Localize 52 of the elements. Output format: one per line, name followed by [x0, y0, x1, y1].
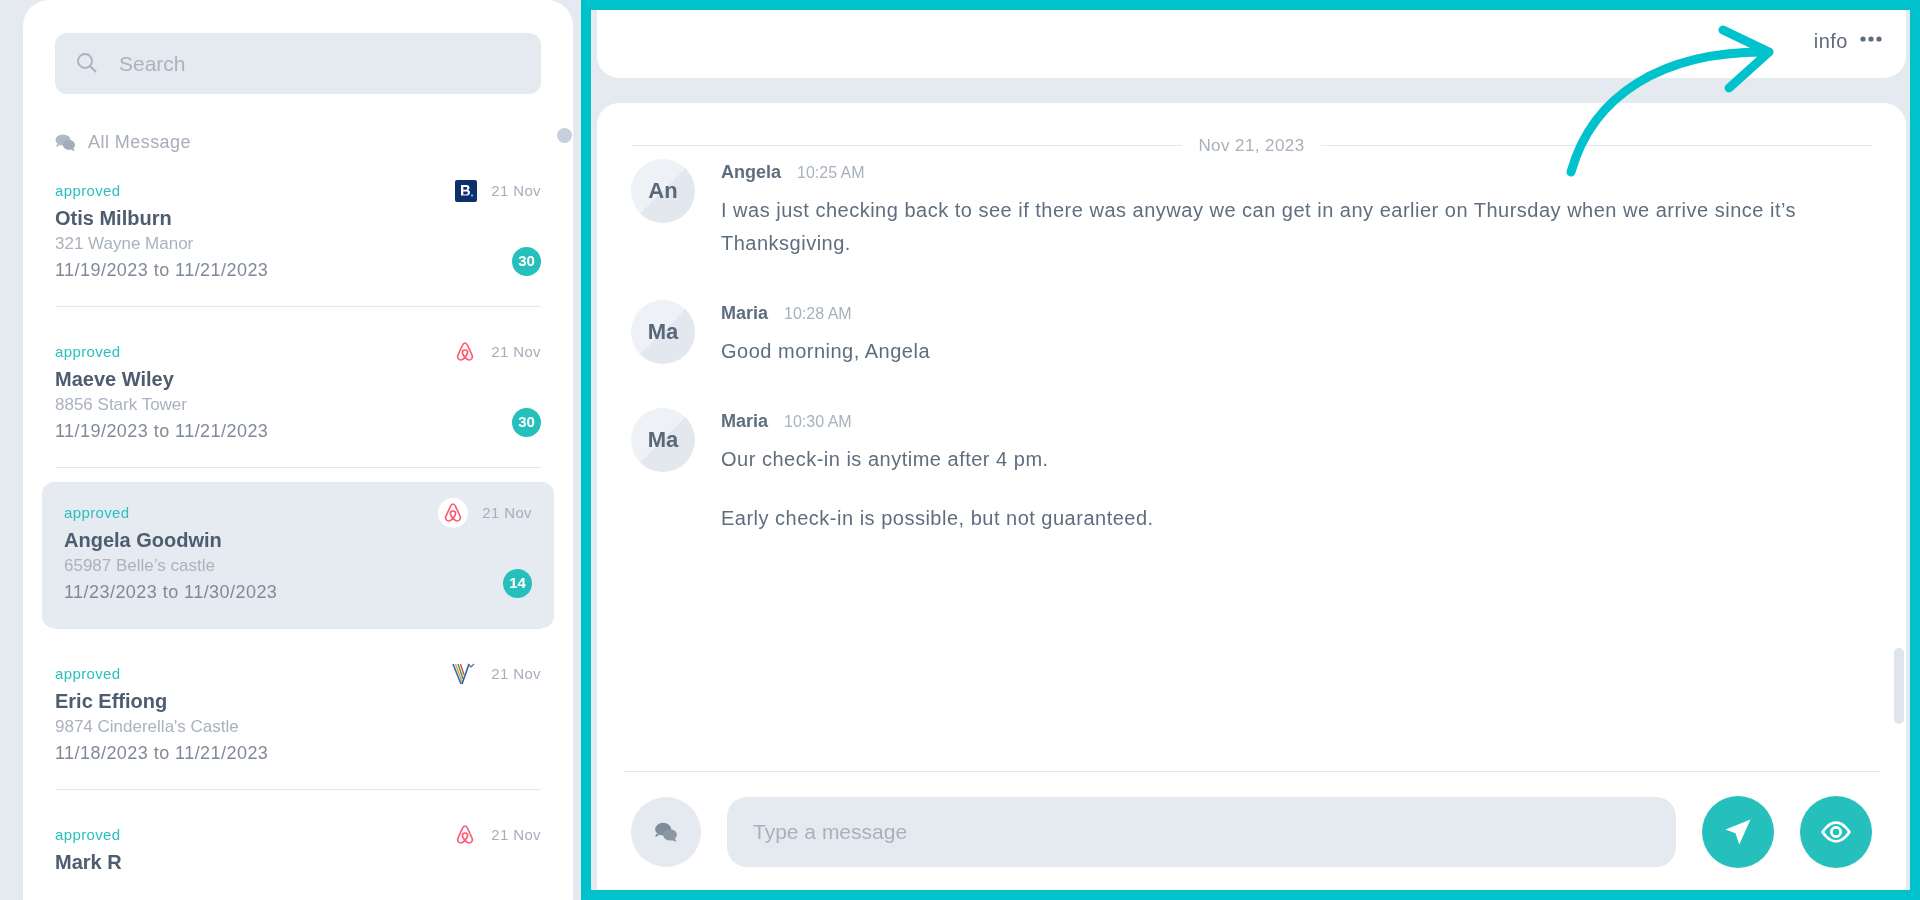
stay-dates: 11/18/2023 to 11/21/2023 — [55, 742, 269, 765]
search-field[interactable]: Search — [55, 33, 541, 94]
property-address: 9874 Cinderella's Castle — [55, 716, 240, 738]
stay-dates: 11/23/2023 to 11/30/2023 — [64, 581, 278, 604]
message-text: Good morning, Angela — [721, 338, 931, 364]
conversation-date: 21 Nov — [491, 663, 541, 684]
chat-bubbles-icon — [55, 133, 76, 152]
unread-count: 30 — [512, 246, 541, 276]
guest-name: Mark R — [55, 850, 123, 875]
conversation-date: 21 Nov — [491, 341, 541, 362]
avatar: Ma — [631, 299, 695, 364]
sender-name: Angela — [721, 160, 781, 184]
conversation-date: 21 Nov — [482, 502, 532, 523]
message-text: Early check-in is possible, but not guaranteed. — [721, 505, 1154, 531]
conversation-item[interactable]: approved 21 Nov Angela Goodwin 65987 Belle’s castle 11/23/2023 to 11/30/2023 14 — [42, 482, 554, 628]
status-label: approved — [55, 663, 121, 684]
airbnb-logo-icon — [438, 498, 469, 528]
conversation-date: 21 Nov — [491, 824, 541, 845]
paper-plane-icon — [1723, 817, 1753, 847]
guest-name: Maeve Wiley — [55, 367, 175, 392]
message-time: 10:28 AM — [784, 303, 852, 324]
status-label: approved — [64, 502, 130, 523]
property-address: 321 Wayne Manor — [55, 233, 195, 255]
message-time: 10:30 AM — [784, 411, 852, 432]
date-divider-label: Nov 21, 2023 — [1198, 135, 1305, 157]
message-text: Our check-in is anytime after 4 pm. — [721, 446, 1050, 472]
property-address: 8856 Stark Tower — [55, 394, 188, 416]
avatar: An — [631, 158, 695, 223]
unread-count: 14 — [503, 568, 532, 598]
list-heading: All Message — [88, 131, 191, 154]
guest-name: Eric Effiong — [55, 689, 169, 714]
sender-name: Maria — [721, 409, 769, 433]
guest-name: Otis Milburn — [55, 206, 173, 231]
message-text: I was just checking back to see if there was anyway we can get in any earlier on Thursday when we arrive since it’s Thanksgiving. — [721, 197, 1798, 256]
booking-logo-icon — [455, 180, 478, 202]
message-time: 10:25 AM — [797, 162, 865, 183]
conversation-date: 21 Nov — [491, 180, 541, 201]
more-icon[interactable] — [1860, 36, 1882, 42]
search-icon — [75, 51, 99, 75]
message-input[interactable]: Type a message — [727, 797, 1676, 867]
stay-dates: 11/19/2023 to 11/21/2023 — [55, 420, 269, 443]
chat-bubbles-icon — [654, 821, 678, 843]
unread-count: 30 — [512, 407, 541, 437]
stay-dates: 11/19/2023 to 11/21/2023 — [55, 259, 269, 282]
avatar: Ma — [631, 407, 695, 472]
property-address: 65987 Belle’s castle — [64, 555, 216, 577]
sender-name: Maria — [721, 301, 769, 325]
status-label: approved — [55, 824, 121, 845]
status-label: approved — [55, 341, 121, 362]
info-button[interactable]: info — [1813, 26, 1848, 56]
guest-name: Angela Goodwin — [64, 528, 223, 553]
status-label: approved — [55, 180, 121, 201]
